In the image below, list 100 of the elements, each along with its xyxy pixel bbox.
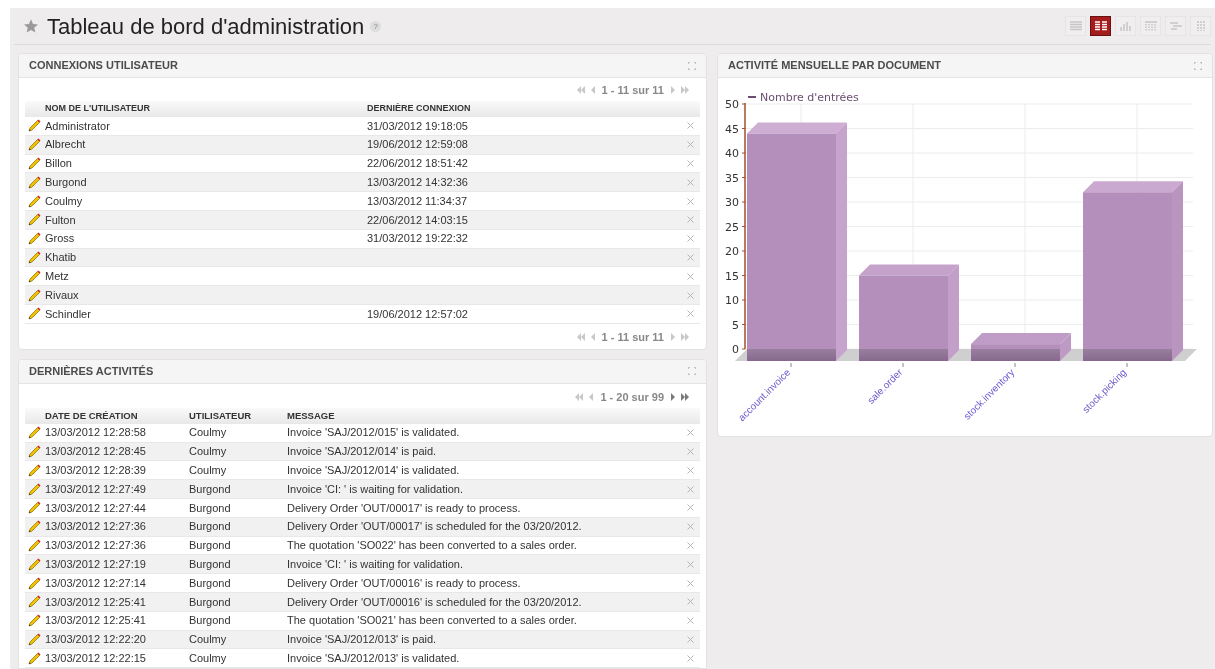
delete-icon[interactable] (687, 160, 694, 167)
pencil-icon[interactable] (28, 269, 41, 283)
table-row[interactable]: 13/03/2012 12:27:14 Burgond Delivery Order 'OUT/00016' is ready to process. (25, 574, 700, 593)
pencil-icon[interactable] (28, 119, 41, 133)
pencil-icon[interactable] (28, 501, 41, 515)
maximize-icon[interactable] (1194, 61, 1202, 70)
delete-icon[interactable] (687, 654, 694, 662)
view-switch-button[interactable] (1090, 16, 1111, 36)
pencil-icon[interactable] (28, 576, 41, 590)
next-page-icon[interactable] (671, 392, 675, 401)
table-cell-text: Invoice 'SAJ/2012/013' is validated. (287, 650, 461, 666)
maximize-icon[interactable] (688, 61, 696, 70)
pencil-icon[interactable] (28, 194, 41, 208)
pencil-icon[interactable] (28, 614, 41, 628)
panel-title: DERNIÈRES ACTIVITÉS (29, 364, 154, 379)
table-cell-text: Metz (45, 269, 70, 284)
table-cell-text: Burgond (189, 519, 232, 535)
column-header[interactable]: DATE DE CRÉATION (25, 408, 189, 423)
delete-icon[interactable] (687, 429, 694, 437)
pencil-icon[interactable] (28, 482, 41, 496)
delete-icon[interactable] (687, 560, 694, 568)
pencil-icon[interactable] (28, 250, 41, 264)
table-row[interactable]: Metz (25, 267, 700, 287)
delete-icon[interactable] (687, 635, 694, 643)
column-header[interactable]: UTILISATEUR (189, 408, 287, 423)
table-cell-text: 13/03/2012 12:28:45 (45, 444, 147, 460)
table-cell-text: Burgond (189, 538, 232, 554)
pencil-icon[interactable] (28, 307, 41, 321)
table-cell-text: Burgond (189, 594, 232, 610)
table-cell-text: Invoice 'CI: ' is waiting for validation. (287, 481, 464, 497)
pencil-icon[interactable] (28, 426, 41, 440)
table-cell-text: 31/03/2012 19:18:05 (367, 118, 469, 134)
pencil-icon[interactable] (28, 557, 41, 571)
table-cell-text: Administrator (45, 118, 111, 134)
table-cell-text: 13/03/2012 11:34:37 (367, 193, 469, 209)
pencil-icon[interactable] (28, 520, 41, 534)
kanban-icon (1196, 21, 1205, 31)
pencil-icon[interactable] (28, 632, 41, 646)
pencil-icon[interactable] (28, 651, 41, 665)
table-cell-text: 13/03/2012 12:27:44 (45, 500, 147, 516)
table-row[interactable]: Burgond 13/03/2012 14:32:36 (25, 173, 700, 193)
table-row[interactable]: 13/03/2012 12:28:39 Coulmy Invoice 'SAJ/2012/014' is validated. (25, 461, 700, 481)
delete-icon[interactable] (687, 197, 694, 205)
table-row[interactable]: 13/03/2012 12:27:19 Burgond Invoice 'CI: ' is waiting for validation. (25, 555, 700, 575)
table-cell-text: 13/03/2012 12:28:58 (45, 425, 147, 441)
column-header[interactable]: DERNIÈRE CONNEXION (367, 102, 471, 116)
table-cell-text: 13/03/2012 12:27:49 (45, 481, 147, 497)
table-cell-text: 19/06/2012 12:59:08 (367, 137, 469, 153)
delete-icon[interactable] (687, 617, 694, 625)
delete-icon[interactable] (687, 291, 694, 299)
table-cell-text: Delivery Order 'OUT/00017' is scheduled for the 03/20/2012. (287, 519, 583, 535)
page-title: Tableau de bord d'administration (47, 12, 365, 41)
table-cell-text: Burgond (189, 575, 232, 591)
delete-icon[interactable] (687, 272, 694, 280)
column-header[interactable]: NOM DE L'UTILISATEUR (25, 102, 367, 116)
delete-icon[interactable] (687, 485, 694, 493)
delete-icon[interactable] (687, 235, 694, 243)
maximize-icon[interactable] (688, 367, 696, 376)
delete-icon[interactable] (687, 310, 694, 318)
table-row[interactable]: Rivaux (25, 286, 700, 305)
table-row[interactable]: 13/03/2012 12:27:49 Burgond Invoice 'CI: ' is waiting for validation. (25, 480, 700, 499)
delete-icon[interactable] (687, 447, 694, 455)
delete-icon[interactable] (687, 523, 694, 531)
pencil-icon[interactable] (28, 232, 41, 246)
table-row[interactable]: Coulmy 13/03/2012 11:34:37 (25, 192, 700, 211)
star-icon[interactable] (23, 18, 39, 34)
delete-icon[interactable] (687, 598, 694, 606)
pencil-icon[interactable] (28, 213, 41, 227)
delete-icon[interactable] (687, 122, 694, 130)
y-tick-label: 40 (725, 147, 739, 160)
table-cell-text: Khatib (45, 250, 78, 266)
last-page-icon[interactable] (681, 392, 689, 401)
table-cell-text: Fulton (45, 212, 77, 228)
pencil-icon[interactable] (28, 444, 41, 458)
pencil-icon[interactable] (28, 138, 41, 152)
chart-legend: Nombre d'entrées (747, 91, 859, 104)
table-cell-text: 22/06/2012 18:51:42 (367, 156, 469, 172)
delete-icon[interactable] (687, 178, 694, 186)
table-row[interactable]: Administrator 31/03/2012 19:18:05 (25, 117, 700, 136)
delete-icon[interactable] (687, 466, 694, 474)
pencil-icon[interactable] (28, 175, 41, 189)
form-icon (1094, 21, 1107, 31)
delete-icon[interactable] (687, 216, 694, 224)
column-header[interactable]: MESSAGE (287, 408, 335, 423)
y-tick-label: 0 (732, 343, 739, 356)
delete-icon[interactable] (687, 141, 694, 149)
pencil-icon[interactable] (28, 288, 41, 302)
pencil-icon[interactable] (28, 463, 41, 477)
panel-title: CONNEXIONS UTILISATEUR (29, 58, 178, 74)
table-row[interactable]: 13/03/2012 12:22:15 Coulmy Invoice 'SAJ/2012/013' is validated. (25, 649, 700, 669)
table-cell-text: 13/03/2012 12:27:19 (45, 557, 147, 572)
pencil-icon[interactable] (28, 157, 41, 170)
pencil-icon[interactable] (28, 538, 41, 552)
pencil-icon[interactable] (28, 595, 41, 609)
delete-icon[interactable] (687, 579, 694, 587)
delete-icon[interactable] (687, 541, 694, 549)
pager-label: 1 - 20 sur 99 (600, 389, 664, 405)
delete-icon[interactable] (687, 504, 694, 512)
delete-icon[interactable] (687, 253, 694, 261)
y-tick-label: 30 (725, 196, 739, 209)
